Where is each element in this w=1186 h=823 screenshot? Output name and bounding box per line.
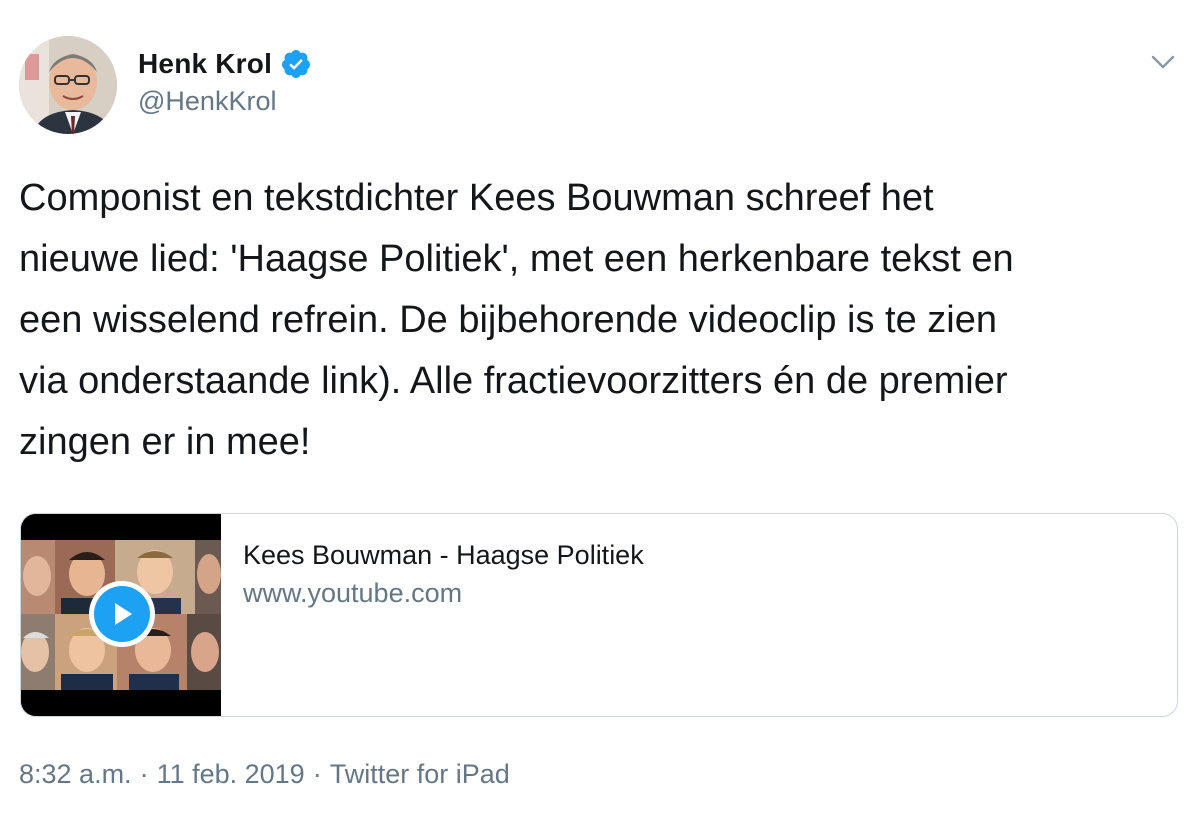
tweet-date[interactable]: 11 feb. 2019: [157, 759, 305, 790]
card-domain: www.youtube.com: [243, 578, 463, 608]
chevron-down-icon[interactable]: [1148, 50, 1178, 74]
display-name[interactable]: Henk Krol: [138, 48, 272, 80]
tweet-text: Componist en tekstdichter Kees Bouwman s…: [19, 177, 1014, 463]
meta-separator: ·: [312, 759, 322, 789]
tweet-time[interactable]: 8:32 a.m.: [19, 759, 132, 790]
play-icon: [94, 586, 150, 642]
name-row: Henk Krol: [138, 48, 312, 80]
card-title[interactable]: Kees Bouwman - Haagse Politiek: [243, 536, 644, 574]
link-card[interactable]: Kees Bouwman - Haagse Politiek www.youtu…: [20, 513, 1178, 717]
play-button[interactable]: [89, 581, 155, 647]
meta-separator: ·: [139, 759, 149, 789]
tweet: Henk Krol @HenkKrol Componist en tekstdi…: [0, 0, 1186, 823]
tweet-meta: 8:32 a.m. · 11 feb. 2019 · Twitter for i…: [19, 759, 510, 790]
verified-badge-icon: [280, 48, 312, 80]
card-body: Kees Bouwman - Haagse Politiek www.youtu…: [243, 536, 644, 612]
card-thumbnail[interactable]: [21, 514, 221, 716]
avatar[interactable]: [19, 36, 117, 134]
tweet-source[interactable]: Twitter for iPad: [330, 759, 510, 790]
handle[interactable]: @HenkKrol: [138, 86, 312, 117]
author-block: Henk Krol @HenkKrol: [138, 48, 312, 117]
